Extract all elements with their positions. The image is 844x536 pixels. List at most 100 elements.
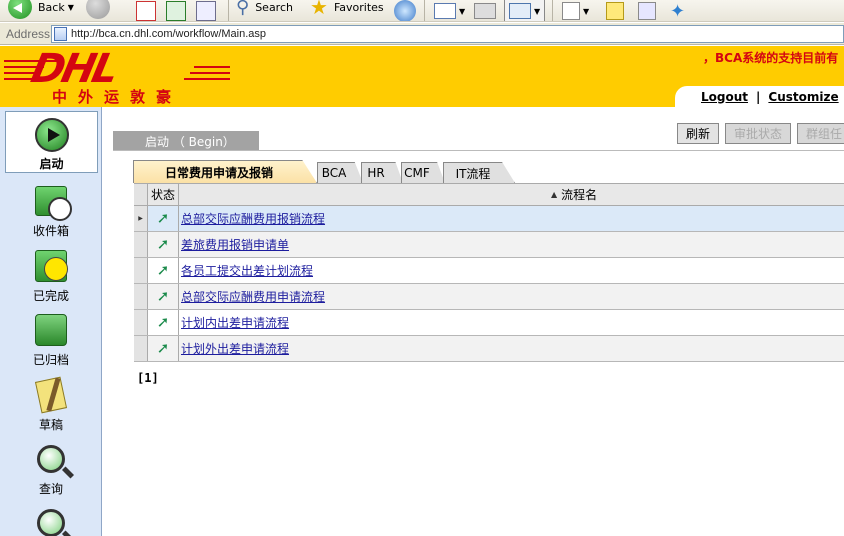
address-bar: Address http://bca.cn.dhl.com/workflow/M… [0,23,844,45]
sidebar-item-more[interactable] [0,499,102,536]
status-arrow-icon: ➚ [156,235,170,253]
archive-bag-icon [35,314,67,346]
table-row[interactable]: ➚ 计划内出差申请流程 [134,310,844,336]
sidebar-item-inbox[interactable]: 收件箱 [0,177,102,239]
sort-ascending-icon: ▲ [551,190,558,199]
stop-icon [136,1,156,21]
process-link[interactable]: 差旅费用报销申请单 [181,236,289,253]
back-button[interactable]: Back ▼ [8,0,74,20]
tab-cmf[interactable]: CMF [401,162,445,183]
group-task-button[interactable]: 群组任 [797,123,844,144]
sidebar-item-query[interactable]: 查询 [0,435,102,497]
magnifier-icon [37,445,65,473]
process-link[interactable]: 各员工提交出差计划流程 [181,262,313,279]
process-tabs: 日常费用申请及报销 BCA HR CMF IT流程 [133,160,844,183]
status-arrow-icon: ➚ [156,209,170,227]
pencil-note-icon [34,376,68,414]
history-button[interactable] [394,0,416,21]
edit-page-icon [509,3,531,19]
header-links: Logout | Customize | C [675,86,844,107]
column-header-name[interactable]: ▲ 流程名 [179,184,844,205]
address-label: Address [6,26,51,41]
status-arrow-icon: ➚ [156,261,170,279]
sticky-note-icon [606,2,624,20]
announcement-marquee: ，BCA系统的支持目前有 [703,51,839,65]
logout-link[interactable]: Logout [701,90,748,104]
table-row[interactable]: ➚ 计划外出差申请流程 [134,336,844,362]
table-row[interactable]: ➚ 各员工提交出差计划流程 [134,258,844,284]
back-arrow-icon [8,0,32,19]
table-row[interactable]: ▶ ➚ 总部交际应酬费用报销流程 [134,206,844,232]
sidebar-item-label: 启动 [39,157,64,171]
messenger-button[interactable]: ✦ [670,0,685,22]
process-table: 状态 ▲ 流程名 ▶ ➚ 总部交际应酬费用报销流程 ➚ 差旅费用报销申请单 ➚ … [134,183,844,362]
dropdown-arrow-icon: ▼ [534,6,541,16]
search-button[interactable]: ⚲ Search [236,0,293,20]
inbox-clock-icon [35,186,72,221]
tab-hr[interactable]: HR [361,162,403,183]
sidebar-item-label: 已完成 [32,289,69,303]
refresh-button[interactable] [166,0,186,21]
address-url: http://bca.cn.dhl.com/workflow/Main.asp [71,28,267,40]
magnifier-icon [37,509,65,536]
sidebar: 启动 收件箱 已完成 已归档 草稿 查询 [0,107,102,536]
sidebar-item-archived[interactable]: 已归档 [0,306,102,368]
row-selector-icon: ▶ [134,206,148,231]
tab-it-process[interactable]: IT流程 [443,162,515,183]
favorites-button[interactable]: ★ Favorites [310,0,384,20]
status-arrow-icon: ➚ [156,287,170,305]
process-link[interactable]: 计划外出差申请流程 [181,340,289,357]
process-link[interactable]: 总部交际应酬费用报销流程 [181,210,325,227]
refresh-icon [166,1,186,21]
mail-button[interactable]: ▼ [434,0,466,21]
dropdown-arrow-icon: ▼ [459,6,466,16]
sidebar-item-start[interactable]: 启动 [5,111,98,173]
sidebar-item-completed[interactable]: 已完成 [0,242,102,304]
history-icon [394,0,416,21]
discuss-button[interactable]: ▼ [562,0,590,21]
print-button[interactable] [474,0,496,21]
tab-daily-expenses[interactable]: 日常费用申请及报销 [133,160,317,183]
sidebar-item-label: 收件箱 [32,224,69,238]
browser-toolbar: Back ▼ ⚲ Search ★ Favorites ▼ ▼ ▼ ✦ [0,0,844,22]
process-link[interactable]: 计划内出差申请流程 [181,314,289,331]
stop-button[interactable] [136,0,156,21]
research-button[interactable] [638,0,656,21]
edit-button[interactable]: ▼ [504,0,546,21]
note-button[interactable] [606,0,624,21]
home-icon [196,1,216,21]
company-chinese-name: 中外运敦豪 [52,88,183,106]
status-arrow-icon: ➚ [156,313,170,331]
column-header-status[interactable]: 状态 [148,184,179,205]
forward-arrow-icon [86,0,110,19]
page-icon [54,27,67,41]
sidebar-item-drafts[interactable]: 草稿 [0,371,102,433]
table-row[interactable]: ➚ 总部交际应酬费用申请流程 [134,284,844,310]
sidebar-item-label: 已归档 [32,353,69,367]
play-icon [34,118,69,152]
customize-link[interactable]: Customize [768,90,838,104]
dhl-logo: DHL [27,46,121,92]
pagination[interactable]: [1] [137,371,159,385]
address-input[interactable]: http://bca.cn.dhl.com/workflow/Main.asp [51,25,844,43]
tab-bca[interactable]: BCA [317,162,363,183]
research-icon [638,2,656,20]
table-header: 状态 ▲ 流程名 [134,184,844,206]
approval-status-button[interactable]: 审批状态 [725,123,792,144]
sidebar-item-label: 查询 [38,482,63,496]
process-link[interactable]: 总部交际应酬费用申请流程 [181,288,325,305]
refresh-button[interactable]: 刷新 [677,123,720,144]
dropdown-arrow-icon: ▼ [583,6,590,16]
site-header: DHL 中外运敦豪 ，BCA系统的支持目前有 Logout | Customiz… [0,46,844,107]
messenger-icon: ✦ [670,0,686,22]
print-icon [474,3,496,19]
status-arrow-icon: ➚ [156,339,170,357]
main-content: 启动 （ Begin） 刷新 审批状态 群组任 日常费用申请及报销 BCA HR… [103,107,844,536]
page-title: 启动 （ Begin） [113,131,259,151]
forward-button[interactable] [86,0,110,20]
document-icon [562,2,580,20]
star-icon: ★ [310,0,328,19]
smiley-folder-icon [35,250,68,282]
table-row[interactable]: ➚ 差旅费用报销申请单 [134,232,844,258]
home-button[interactable] [196,0,216,21]
